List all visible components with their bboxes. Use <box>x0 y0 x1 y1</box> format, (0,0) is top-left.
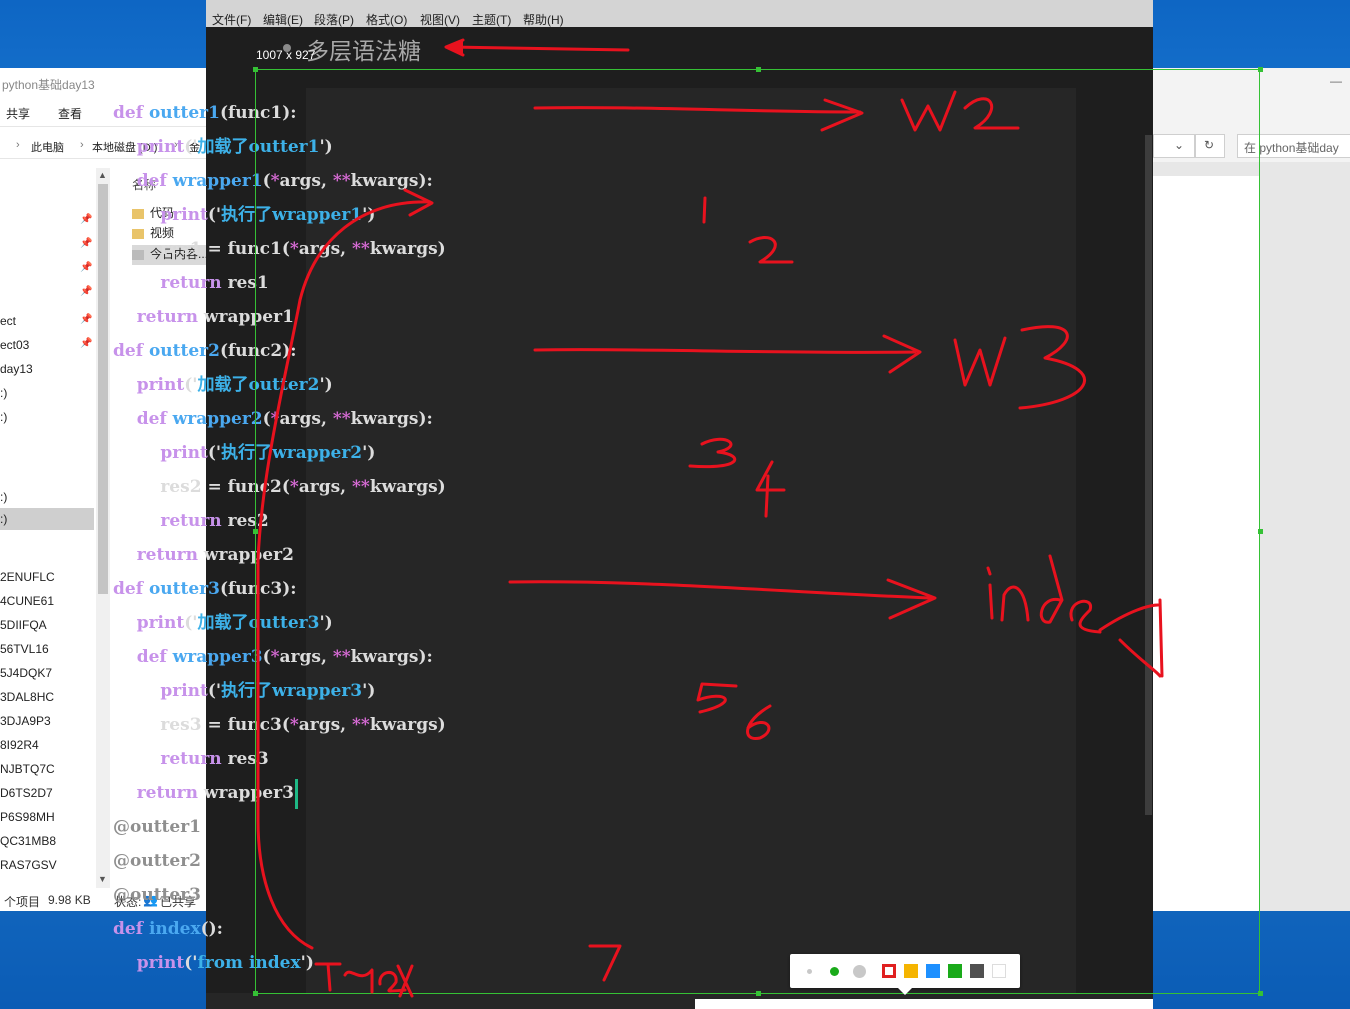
annotation-w3 <box>533 325 1086 410</box>
color-swatch-blue[interactable] <box>926 964 940 978</box>
pen-size-large[interactable] <box>853 965 866 978</box>
ink-annotations <box>256 38 1164 998</box>
pen-size-medium[interactable] <box>830 967 839 976</box>
annotation-index <box>508 554 1164 678</box>
annotation-flow-arrow <box>256 188 434 950</box>
color-swatch-yellow[interactable] <box>904 964 918 978</box>
toolbar-pointer <box>898 988 912 995</box>
annotation-index-bottom <box>314 962 414 998</box>
annotation-w2 <box>533 90 1020 132</box>
color-swatch-white[interactable] <box>992 964 1006 978</box>
color-swatch-red[interactable] <box>882 964 896 978</box>
color-swatch-gray[interactable] <box>970 964 984 978</box>
pen-size-small[interactable] <box>807 969 812 974</box>
snip-toolbar <box>790 954 1020 995</box>
color-swatch-green[interactable] <box>948 964 962 978</box>
arrow-to-heading <box>444 38 630 57</box>
